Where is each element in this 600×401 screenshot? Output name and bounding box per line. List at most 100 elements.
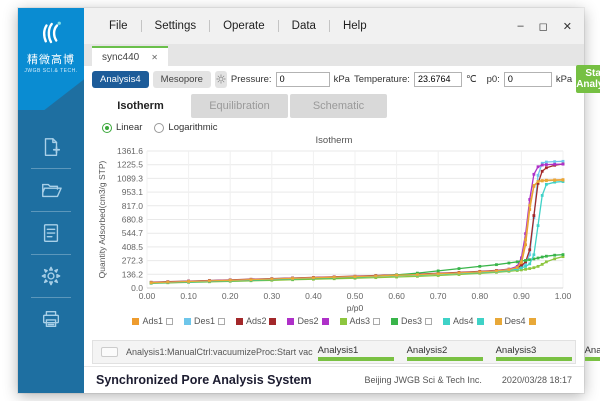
svg-text:1225.5: 1225.5	[117, 160, 143, 170]
legend-checkbox[interactable]	[269, 318, 276, 325]
tab-schematic[interactable]: Schematic	[290, 94, 387, 118]
svg-text:0.00: 0.00	[139, 291, 156, 301]
sidebar-divider	[31, 297, 71, 298]
legend-item-ads1[interactable]: Ads1	[132, 316, 173, 326]
brand-logo-icon	[35, 18, 67, 48]
svg-text:1089.3: 1089.3	[117, 173, 143, 183]
legend-checkbox[interactable]	[425, 318, 432, 325]
brand-title: 精微高博	[27, 51, 75, 67]
app-window: 精微高博 JWGB SCI.& TECH.	[18, 8, 584, 393]
legend-label: Ads3	[350, 316, 371, 326]
linear-label: Linear	[116, 122, 142, 133]
print-icon[interactable]	[18, 304, 84, 334]
settings-icon[interactable]	[18, 261, 84, 291]
pressure-label: Pressure:	[231, 74, 272, 85]
logo-area: 精微高博 JWGB SCI.& TECH.	[18, 8, 84, 110]
legend-checkbox[interactable]	[529, 318, 536, 325]
svg-text:408.5: 408.5	[122, 242, 144, 252]
company-name: Beijing JWGB Sci & Tech Inc.	[365, 375, 482, 385]
menu-item-help[interactable]: Help	[330, 20, 380, 32]
legend-checkbox[interactable]	[218, 318, 225, 325]
window-controls: – ◻ ✕	[518, 20, 572, 33]
logarithmic-radio[interactable]	[154, 123, 164, 133]
sidebar-divider	[31, 168, 71, 169]
svg-text:0.50: 0.50	[347, 291, 364, 301]
menu-item-settings[interactable]: Settings	[142, 20, 210, 32]
legend-color-swatch	[132, 318, 139, 325]
analysis-tab-progress	[496, 357, 572, 361]
close-button[interactable]: ✕	[563, 20, 572, 33]
toolbar-settings-button[interactable]	[215, 71, 227, 88]
chart-area: Isotherm 0.0136.2272.3408.5544.7680.8817…	[84, 133, 584, 339]
legend-item-des2[interactable]: Des2	[287, 316, 328, 326]
tab-close-icon[interactable]: ✕	[151, 53, 158, 62]
linear-radio[interactable]	[102, 123, 112, 133]
legend-item-des1[interactable]: Des1	[184, 316, 225, 326]
status-message: Analysis1:ManualCtrl:vacuumizeProc:Start…	[126, 347, 313, 357]
analysis-tab-analysis2[interactable]: Analysis2	[402, 343, 488, 361]
legend-color-swatch	[340, 318, 347, 325]
legend-label: Des2	[297, 316, 318, 326]
legend-item-ads4[interactable]: Ads4	[443, 316, 484, 326]
new-document-icon[interactable]	[18, 132, 84, 162]
report-icon[interactable]	[18, 218, 84, 248]
menu-item-file[interactable]: File	[96, 20, 141, 32]
pressure-input[interactable]	[276, 72, 330, 87]
menu-bar: FileSettingsOperateDataHelp – ◻ ✕	[84, 8, 584, 44]
temperature-label: Temperature:	[354, 74, 410, 85]
temperature-input[interactable]	[414, 72, 462, 87]
legend-color-swatch	[184, 318, 191, 325]
tab-isotherm[interactable]: Isotherm	[92, 94, 189, 118]
analysis-tabs: Analysis1 Analysis2 Analysis3 Analysis4	[313, 343, 600, 361]
analysis-tab-label: Analysis2	[407, 345, 483, 356]
main-panel: FileSettingsOperateDataHelp – ◻ ✕ sync44…	[84, 8, 584, 393]
chart-legend: Ads1 Des1 Ads2 Des2 Ads3 Des3 Ads4 Des4	[84, 314, 584, 329]
datetime: 2020/03/28 18:17	[502, 375, 572, 385]
mesopore-button[interactable]: Mesopore	[153, 71, 211, 88]
legend-color-swatch	[495, 318, 502, 325]
status-indicator-icon	[101, 347, 118, 357]
legend-item-des3[interactable]: Des3	[391, 316, 432, 326]
analysis4-button[interactable]: Analysis4	[92, 71, 149, 88]
legend-checkbox[interactable]	[322, 318, 329, 325]
maximize-button[interactable]: ◻	[539, 20, 548, 33]
legend-color-swatch	[443, 318, 450, 325]
menu-item-data[interactable]: Data	[279, 20, 329, 32]
tab-equilibration[interactable]: Equilibration	[191, 94, 288, 118]
footer-right: Beijing JWGB Sci & Tech Inc. 2020/03/28 …	[365, 375, 572, 385]
analysis-tab-analysis1[interactable]: Analysis1	[313, 343, 399, 361]
analysis-tab-analysis4[interactable]: Analysis4	[580, 343, 600, 361]
isotherm-chart: 0.0136.2272.3408.5544.7680.8817.0953.110…	[95, 146, 573, 314]
minimize-button[interactable]: –	[518, 20, 524, 32]
analysis-tab-label: Analysis3	[496, 345, 572, 356]
legend-label: Ads1	[142, 316, 163, 326]
status-bar: Analysis1:ManualCtrl:vacuumizeProc:Start…	[92, 340, 576, 364]
gear-icon	[215, 73, 227, 85]
logarithmic-label: Logarithmic	[168, 122, 217, 133]
p0-input[interactable]	[504, 72, 552, 87]
svg-text:0.30: 0.30	[264, 291, 281, 301]
svg-text:0.70: 0.70	[430, 291, 447, 301]
legend-label: Ads2	[246, 316, 267, 326]
legend-color-swatch	[391, 318, 398, 325]
analysis-tab-analysis3[interactable]: Analysis3	[491, 343, 577, 361]
start-analysis-button[interactable]: Start Analysis	[576, 65, 600, 93]
open-folder-icon[interactable]	[18, 175, 84, 205]
p0-label: p0:	[487, 74, 500, 85]
legend-item-des4[interactable]: Des4	[495, 316, 536, 326]
svg-text:0.20: 0.20	[222, 291, 239, 301]
legend-item-ads3[interactable]: Ads3	[340, 316, 381, 326]
toolbar: Analysis4 Mesopore Pressure: kPa Tempera…	[84, 66, 584, 92]
legend-item-ads2[interactable]: Ads2	[236, 316, 277, 326]
legend-checkbox[interactable]	[166, 318, 173, 325]
menu-item-operate[interactable]: Operate	[210, 20, 278, 32]
analysis-tab-label: Analysis1	[318, 345, 394, 356]
legend-color-swatch	[287, 318, 294, 325]
svg-text:1361.6: 1361.6	[117, 146, 143, 156]
menu-items: FileSettingsOperateDataHelp	[96, 20, 380, 32]
legend-checkbox[interactable]	[373, 318, 380, 325]
svg-text:p/p0: p/p0	[347, 303, 364, 313]
svg-text:953.1: 953.1	[122, 187, 144, 197]
legend-checkbox[interactable]	[477, 318, 484, 325]
document-tab-sync440[interactable]: sync440 ✕	[92, 46, 168, 66]
